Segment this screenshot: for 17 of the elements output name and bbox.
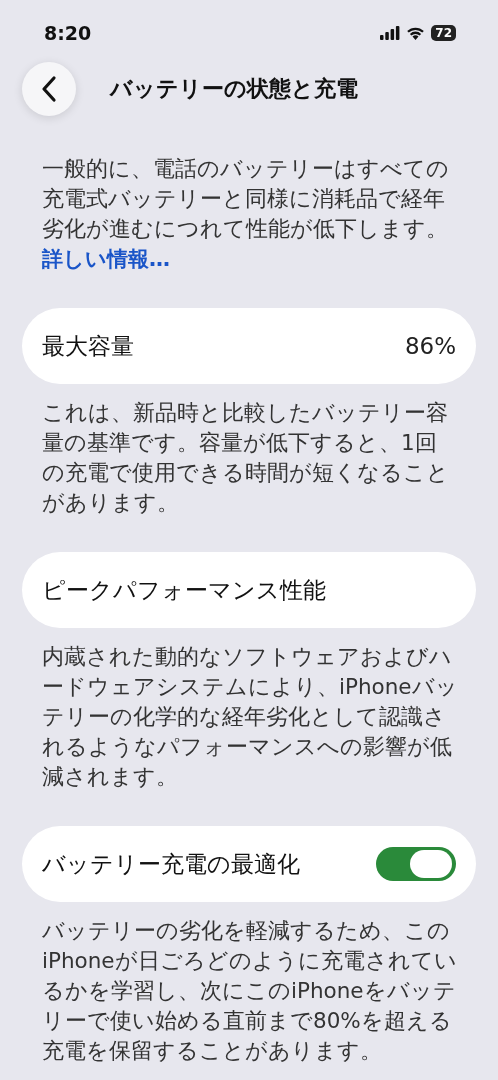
- section-description: 内蔵された動的なソフトウェアおよびハードウェアシステムにより、iPhoneバッテリーの化学的な経年劣化として認識されるようなパフォーマンスへの影響が低減されます。: [41, 643, 459, 791]
- section-description: これは、新品時と比較したバッテリー容量の基準です。容量が低下すると、1回の充電で使用できる時間が短くなることがあります。: [41, 399, 450, 517]
- back-button[interactable]: [22, 62, 76, 116]
- wifi-icon: [406, 26, 426, 40]
- signal-icon: [380, 26, 401, 40]
- battery-indicator: 72: [431, 25, 456, 41]
- section-description: バッテリーの劣化を軽減するため、このiPhoneが日ごろどのように充電されているかを学習し、次にこのiPhoneをバッテリーで使い始める直前まで80%を超える充電を保留することがあります。: [41, 917, 458, 1065]
- setting-label: バッテリー充電の最適化: [42, 849, 300, 879]
- page-title: バッテリーの状態と充電: [110, 75, 358, 103]
- setting-value: 86%: [404, 333, 456, 359]
- status-time: 8:20: [44, 22, 92, 44]
- toggle-switch[interactable]: [376, 847, 456, 881]
- chevron-left-icon: [41, 75, 57, 103]
- setting-label: ピークパフォーマンス性能: [42, 575, 326, 605]
- more-info-link[interactable]: 詳しい情報…: [42, 244, 170, 274]
- setting-label: 最大容量: [42, 331, 134, 361]
- intro-text: 一般的に、電話のバッテリーはすべての充電式バッテリーと同様に消耗品で経年劣化が進むにつれて性能が低下します。: [42, 155, 450, 243]
